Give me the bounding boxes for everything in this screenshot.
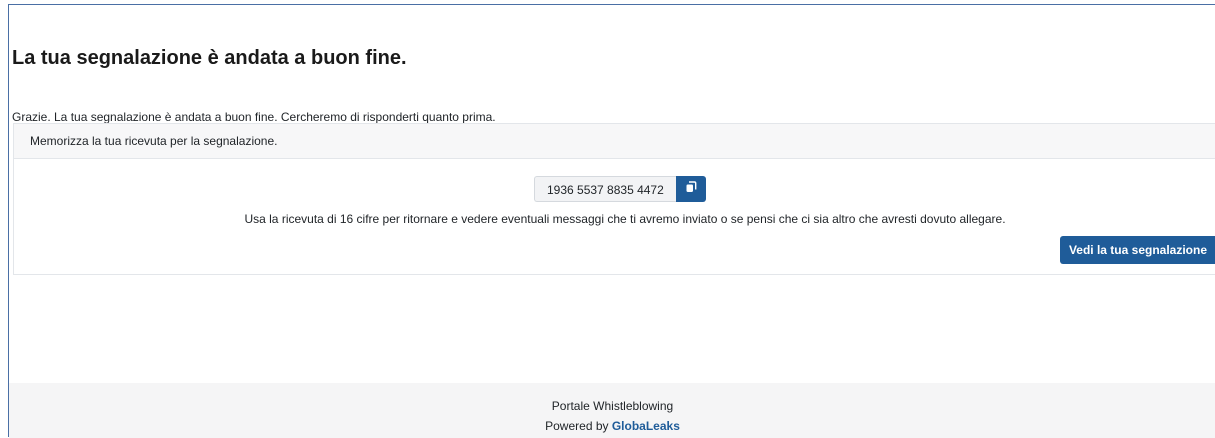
receipt-card: Memorizza la tua ricevuta per la segnala… [13,123,1215,275]
copy-icon [685,180,697,198]
globaleaks-link[interactable]: GlobaLeaks [612,419,680,433]
page-frame: La tua segnalazione è andata a buon fine… [8,4,1215,438]
receipt-group: 1936 5537 8835 4472 [534,176,706,202]
receipt-code[interactable]: 1936 5537 8835 4472 [534,176,676,202]
powered-by-text: Powered by [545,419,609,433]
thanks-message: Grazie. La tua segnalazione è andata a b… [12,110,496,124]
receipt-card-header: Memorizza la tua ricevuta per la segnala… [14,124,1215,159]
footer-powered-by: Powered by GlobaLeaks [9,419,1215,433]
footer: Portale Whistleblowing Powered by GlobaL… [9,383,1215,438]
footer-portal-name: Portale Whistleblowing [551,399,674,413]
receipt-instructions: Usa la ricevuta di 16 cifre per ritornar… [244,212,1006,226]
view-report-button[interactable]: Vedi la tua segnalazione [1059,236,1215,264]
copy-receipt-button[interactable] [675,176,706,202]
page-title: La tua segnalazione è andata a buon fine… [12,47,407,69]
